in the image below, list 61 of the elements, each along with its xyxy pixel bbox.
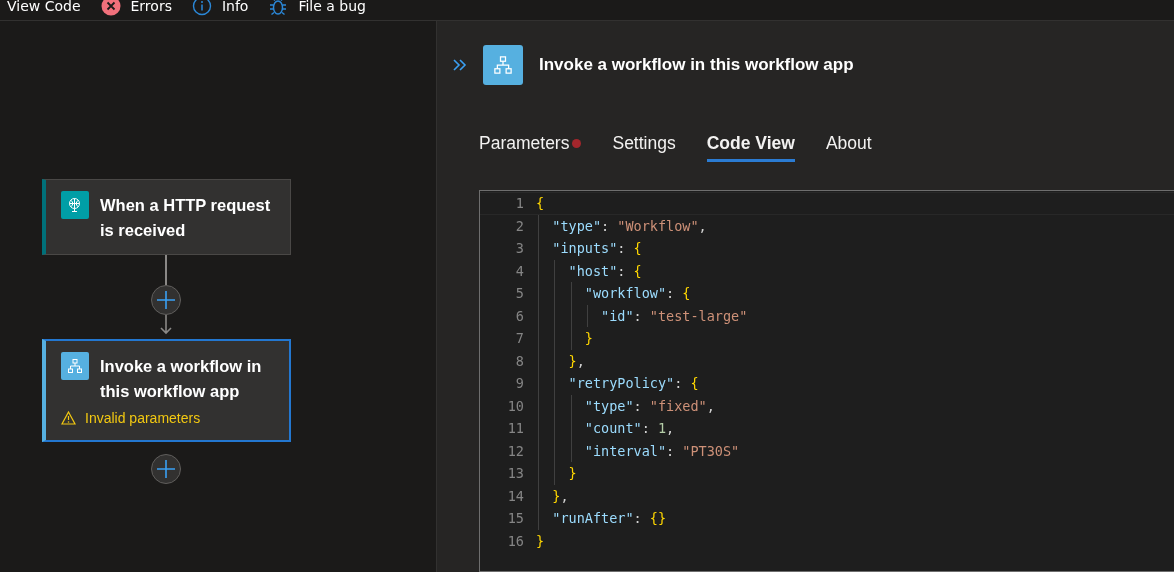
code-line: "type": "Workflow", (552, 217, 707, 234)
errors-icon (100, 0, 121, 16)
add-step-button[interactable] (151, 454, 181, 484)
bug-icon (268, 0, 289, 16)
info-button[interactable]: Info (191, 0, 249, 16)
line-number: 15 (506, 510, 524, 527)
line-number: 2 (514, 217, 524, 234)
line-number: 7 (514, 330, 524, 347)
code-line: "interval": "PT30S" (584, 442, 740, 459)
line-number: 4 (514, 262, 524, 279)
code-line: }, (568, 352, 585, 369)
tab[interactable]: Code View (706, 127, 795, 162)
line-number: 6 (514, 307, 524, 324)
code-line: }, (552, 487, 569, 504)
code-line: } (568, 465, 577, 482)
tab[interactable]: About (825, 127, 872, 162)
line-number: 1 (514, 195, 524, 212)
warning-text: Invalid parameters (85, 410, 201, 426)
code-line: "host": { (568, 262, 642, 279)
code-line: "type": "fixed", (584, 397, 715, 414)
line-number: 3 (514, 240, 524, 257)
arrow-icon (159, 315, 173, 335)
globe-icon (61, 191, 89, 219)
code-editor[interactable] (479, 190, 1174, 572)
code-line: "runAfter": {} (552, 510, 667, 527)
line-number: 16 (506, 532, 524, 549)
line-number: 13 (506, 465, 524, 482)
hierarchy-icon (483, 45, 523, 85)
line-number: 5 (514, 285, 524, 302)
code-line: "workflow": { (584, 285, 691, 302)
code-line: "inputs": { (552, 240, 642, 257)
add-step-button[interactable] (151, 285, 181, 315)
bug-button[interactable]: File a bug (268, 0, 366, 16)
card-title: Invoke a workflow in this workflow app (100, 356, 263, 402)
plus-icon (155, 458, 177, 480)
hierarchy-icon (61, 352, 89, 380)
code-line: } (536, 532, 545, 549)
warning-icon (61, 411, 76, 425)
plus-icon (155, 289, 177, 311)
line-number: 9 (514, 375, 524, 392)
code-line: } (584, 330, 593, 347)
chevrons-icon (453, 59, 467, 71)
line-number: 11 (506, 420, 524, 437)
line-number: 14 (506, 487, 524, 504)
code-line: { (536, 195, 545, 212)
workflow-card[interactable]: Invoke a workflow in this workflow app Invalid parameters (42, 339, 291, 442)
connector-line (165, 255, 167, 285)
line-number: 10 (506, 397, 524, 414)
code-line: "count": 1, (584, 420, 675, 437)
tab[interactable]: Parameters (479, 127, 582, 162)
line-number: 12 (506, 442, 524, 459)
info-icon (191, 0, 212, 16)
workflow-card[interactable]: When a HTTP request is received (42, 179, 291, 255)
errors-button[interactable]: Errors (100, 0, 172, 16)
line-number: 8 (514, 352, 524, 369)
panel-title: Invoke a workflow in this workflow app (539, 55, 854, 75)
card-title: When a HTTP request is received (100, 195, 272, 241)
code-line: "retryPolicy": { (568, 375, 699, 392)
tab[interactable]: Settings (612, 127, 676, 162)
code-line: "id": "test-large" (601, 307, 748, 324)
view-code-button[interactable]: View Code (7, 0, 81, 14)
